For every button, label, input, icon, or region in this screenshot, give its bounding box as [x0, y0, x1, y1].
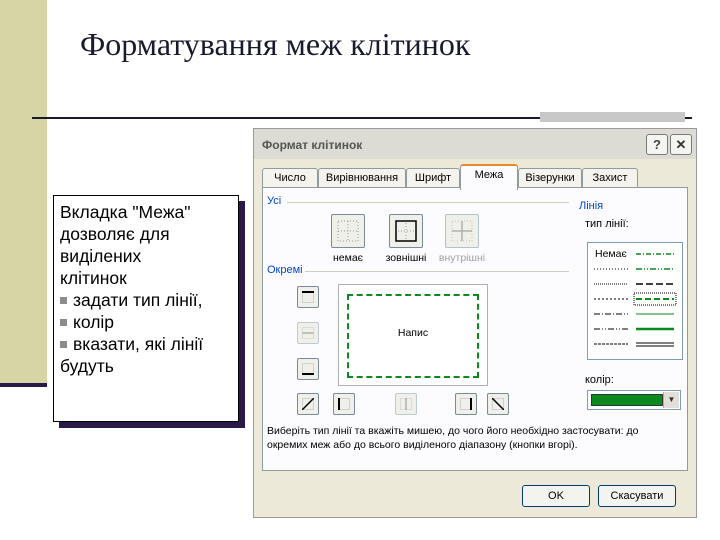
border-diagonal-down-icon	[492, 398, 504, 410]
border-bottom-button[interactable]	[297, 358, 319, 380]
tab-protection[interactable]: Захист	[582, 168, 638, 188]
line-style-list[interactable]: Немає	[587, 242, 683, 360]
border-inside-horizontal-button[interactable]	[297, 322, 319, 344]
chevron-down-icon[interactable]: ▼	[663, 392, 679, 408]
border-diagonal-up-button[interactable]	[297, 393, 319, 415]
note-bullet-text: вказати, які лінії	[73, 334, 204, 354]
note-line: будуть	[60, 356, 114, 376]
help-button[interactable]: ?	[646, 134, 668, 155]
preset-none-button[interactable]	[331, 214, 365, 248]
note-box: Вкладка "Межа" дозволяє для виділених кл…	[53, 195, 239, 422]
bullet-square-icon	[60, 297, 67, 304]
note-bullet-text: колір	[73, 312, 115, 332]
tab-number[interactable]: Число	[262, 168, 318, 188]
border-left-button[interactable]	[333, 393, 355, 415]
line-color-select[interactable]: ▼	[587, 390, 681, 410]
borders-group-line	[305, 271, 569, 272]
presets-group-label: Усі	[267, 195, 282, 207]
line-group-label: Лінія	[579, 200, 604, 212]
preset-inside-button[interactable]	[445, 214, 479, 248]
note-line: дозволяє для	[60, 224, 170, 244]
border-diagonal-up-icon	[302, 398, 314, 410]
line-type-label: тип лінії:	[585, 218, 629, 230]
preset-none-icon	[337, 220, 359, 242]
preset-outline-label: зовнішні	[385, 252, 427, 264]
line-group: Лінія тип лінії: Немає колір: ▼	[579, 200, 687, 412]
preset-outline-icon	[395, 220, 417, 242]
format-cells-dialog: Формат клітинок ? ✕ Число Вирівнювання Ш…	[253, 128, 697, 518]
hint-text: Виберіть тип лінії та вкажіть мишею, до …	[267, 425, 639, 451]
border-top-icon	[302, 291, 314, 303]
dialog-titlebar[interactable]: Формат клітинок ? ✕	[254, 129, 696, 159]
border-right-button[interactable]	[455, 393, 477, 415]
tab-patterns[interactable]: Візерунки	[518, 168, 582, 188]
preset-outline-button[interactable]	[389, 214, 423, 248]
bullet-square-icon	[60, 341, 67, 348]
ok-button[interactable]: OK	[522, 485, 590, 507]
note-bullet-item: колір	[60, 311, 238, 333]
note-line: виділених	[60, 246, 142, 266]
border-right-icon	[460, 398, 472, 410]
note-line: клітинок	[60, 268, 127, 288]
preview-text: Напис	[397, 327, 429, 339]
border-inside-horizontal-icon	[302, 327, 314, 339]
slide-left-bar	[0, 0, 47, 383]
bullet-square-icon	[60, 319, 67, 326]
preset-inside-icon	[451, 220, 473, 242]
note-bullet-item: задати тип лінії,	[60, 289, 238, 311]
borders-group-label: Окремі	[267, 264, 303, 276]
slide-left-bar-underline	[0, 383, 47, 387]
border-preview[interactable]: Напис	[338, 284, 488, 386]
preset-none-label: немає	[332, 252, 364, 264]
color-label: колір:	[585, 374, 614, 386]
note-line: Вкладка "Межа"	[60, 202, 191, 222]
line-style-samples[interactable]	[588, 243, 682, 359]
preset-inside-label: внутрішні	[438, 252, 486, 264]
slide-title: Форматування меж клітинок	[80, 26, 471, 62]
border-inside-vertical-button[interactable]	[395, 393, 417, 415]
presets-group-line	[287, 202, 569, 203]
border-bottom-icon	[302, 363, 314, 375]
border-diagonal-down-button[interactable]	[487, 393, 509, 415]
border-inside-vertical-icon	[400, 398, 412, 410]
border-tab-panel: Усі немає зовнішні внутрішні Окремі Напи…	[262, 187, 688, 471]
note-bullet-text: задати тип лінії,	[73, 290, 203, 310]
tab-border[interactable]: Межа	[460, 164, 518, 190]
border-top-button[interactable]	[297, 286, 319, 308]
dialog-title: Формат клітинок	[262, 138, 363, 152]
close-button[interactable]: ✕	[670, 134, 692, 155]
note-bullet-item: вказати, які лінії	[60, 333, 238, 355]
border-left-icon	[338, 398, 350, 410]
line-color-swatch	[591, 394, 663, 406]
cancel-button[interactable]: Скасувати	[598, 485, 676, 507]
tab-alignment[interactable]: Вирівнювання	[318, 168, 406, 188]
tab-font[interactable]: Шрифт	[406, 168, 460, 188]
title-rule-accent	[540, 112, 685, 122]
